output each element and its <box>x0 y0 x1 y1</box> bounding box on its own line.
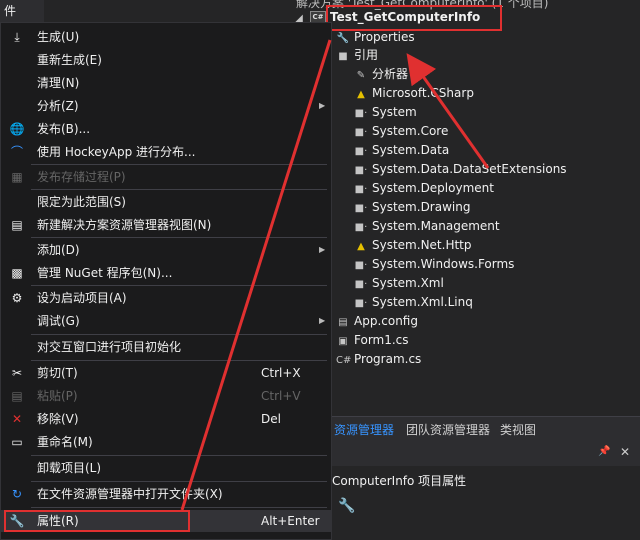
annotation-arrows <box>180 39 490 511</box>
arrow-to-properties <box>180 39 332 511</box>
properties-highlight-box <box>4 510 190 532</box>
arrow-to-project <box>406 53 490 169</box>
